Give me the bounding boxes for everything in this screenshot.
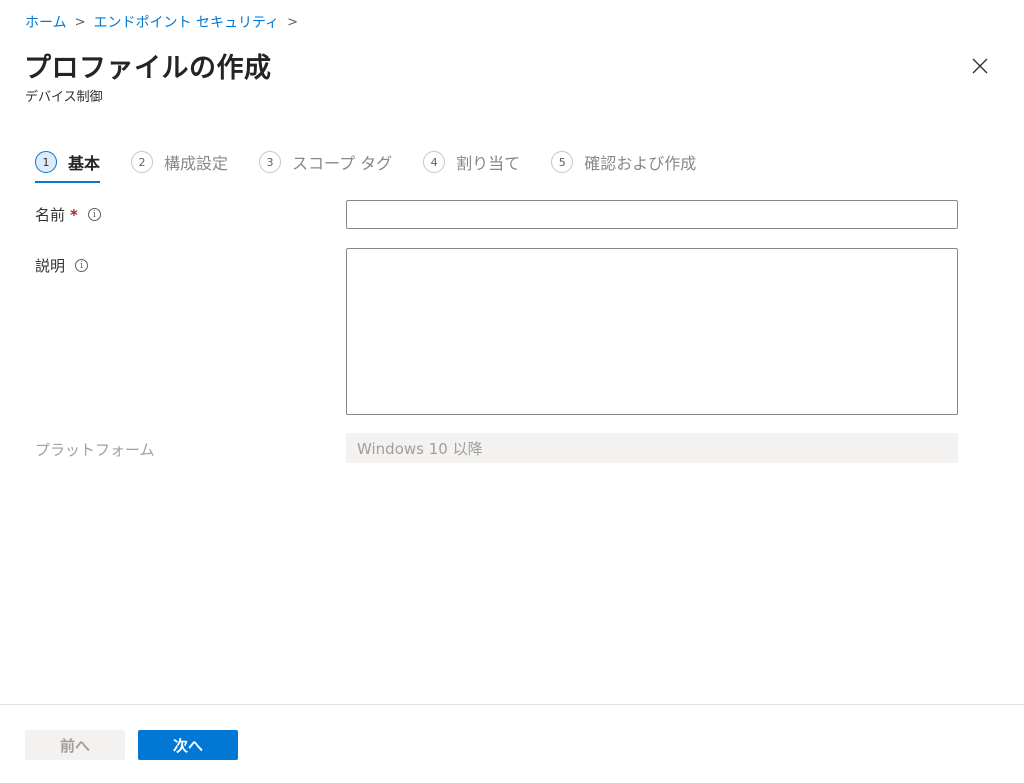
next-button[interactable]: 次へ [138, 730, 238, 760]
name-label: 名前 [35, 206, 66, 224]
step-label: 確認および作成 [584, 154, 697, 173]
page-subtitle: デバイス制御 [25, 90, 103, 105]
step-scope-tags[interactable]: 3 スコープ タグ [259, 148, 392, 176]
chevron-right-icon: > [74, 14, 86, 30]
wizard-steps: 1 基本 2 構成設定 3 スコープ タグ 4 割り当て 5 確認および作成 [35, 148, 727, 184]
create-profile-page: ホーム > エンドポイント セキュリティ > プロファイルの作成 デバイス制御 … [0, 0, 1024, 783]
platform-field: Windows 10 以降 [346, 433, 958, 463]
info-icon[interactable]: i [75, 259, 89, 272]
close-icon [972, 58, 988, 74]
description-textarea[interactable] [346, 248, 958, 415]
name-label-row: 名前 * i [35, 204, 101, 225]
step-assignments[interactable]: 4 割り当て [423, 148, 520, 176]
page-title: プロファイルの作成 [24, 53, 272, 84]
footer-divider [0, 704, 1024, 705]
description-label: 説明 [35, 257, 66, 275]
step-number-badge: 2 [131, 151, 154, 173]
breadcrumb-home-link[interactable]: ホーム [25, 12, 67, 32]
step-basics[interactable]: 1 基本 [35, 148, 101, 183]
previous-button[interactable]: 前へ [25, 730, 125, 760]
info-icon[interactable]: i [87, 208, 101, 221]
step-number-badge: 3 [259, 151, 282, 173]
breadcrumb: ホーム > エンドポイント セキュリティ > [25, 12, 306, 32]
required-marker: * [70, 205, 78, 224]
step-label: 構成設定 [164, 154, 229, 173]
step-number-badge: 4 [423, 151, 446, 173]
chevron-right-icon: > [287, 14, 299, 30]
step-label: 割り当て [456, 154, 521, 173]
step-configuration-settings[interactable]: 2 構成設定 [131, 148, 228, 176]
breadcrumb-endpoint-security-link[interactable]: エンドポイント セキュリティ [94, 12, 280, 32]
platform-label: プラットフォーム [35, 441, 155, 459]
step-label: スコープ タグ [292, 154, 393, 173]
name-input[interactable] [346, 200, 958, 229]
step-number-badge: 5 [551, 151, 574, 173]
close-button[interactable] [966, 52, 994, 80]
step-review-create[interactable]: 5 確認および作成 [551, 148, 696, 176]
step-number-badge: 1 [35, 151, 57, 173]
step-label: 基本 [68, 154, 101, 173]
description-label-row: 説明 i [35, 255, 89, 276]
